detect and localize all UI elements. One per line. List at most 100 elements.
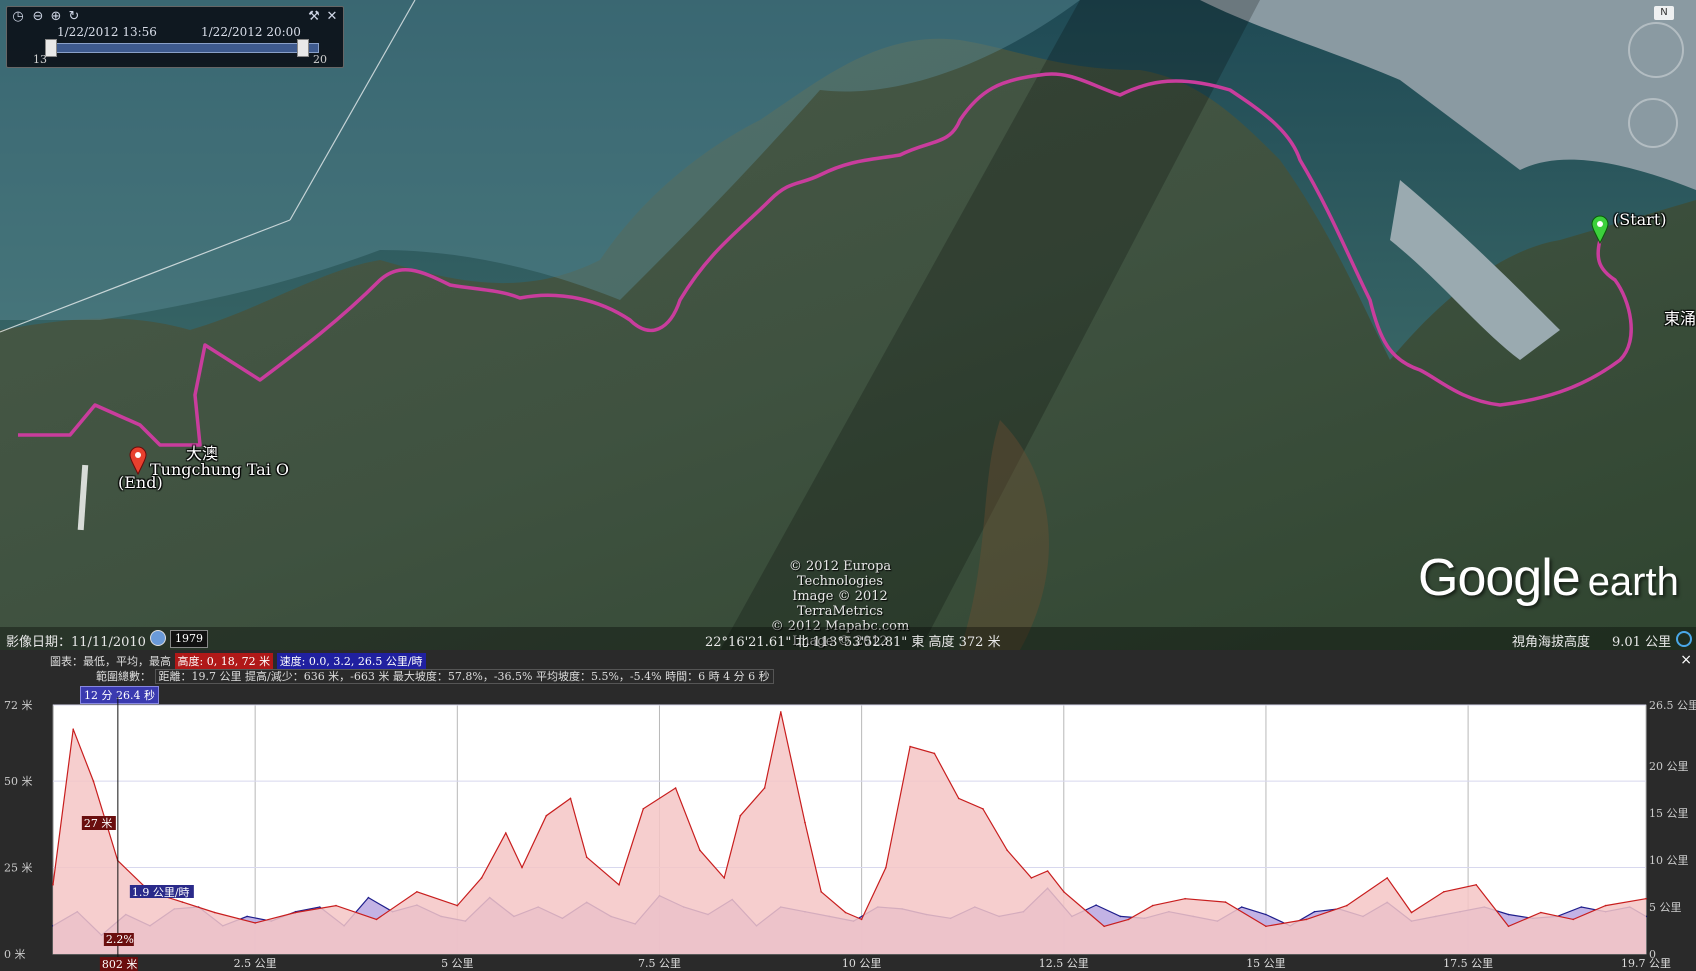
start-marker-icon[interactable] — [1590, 215, 1610, 245]
elevation-series-point — [1184, 897, 1186, 900]
elevation-series-point — [957, 797, 960, 800]
elevation-series-point — [92, 780, 95, 782]
y-left-tick-label: 50 米 — [4, 775, 33, 788]
speed-series-point — [1580, 906, 1583, 908]
y-left-tick-label: 72 米 — [4, 699, 33, 712]
y-right-tick-label: 26.5 公里 — [1649, 699, 1696, 712]
x-tick-label: 2.5 公里 — [234, 957, 277, 970]
time-slider-track[interactable] — [47, 43, 319, 53]
historical-imagery-icon[interactable] — [150, 630, 166, 646]
elevation-series-point — [1006, 849, 1008, 852]
elevation-series-point — [885, 866, 887, 869]
elevation-series-point — [335, 904, 337, 907]
elevation-series-point — [844, 911, 847, 914]
time-slider-max-label: 20 — [313, 53, 327, 66]
place-tai-o-english: Tungchung Tai O — [150, 460, 290, 479]
time-slider-panel: ◷ ⊖ ⊕ ↻ ⚒ ✕ 1/22/2012 13:56 1/22/2012 20… — [6, 6, 344, 68]
elevation-series-point — [739, 814, 742, 817]
speed-series-point — [1119, 915, 1122, 918]
imagery-date: 影像日期：11/11/2010 — [6, 635, 146, 650]
elevation-series-point — [1103, 925, 1105, 928]
elevation-series-point — [763, 787, 766, 789]
elevation-series-point — [1030, 877, 1033, 879]
satellite-map[interactable]: (Start) (End) 大澳 Tungchung Tai O 東涌 N © … — [0, 0, 1696, 650]
y-right-tick-label: 15 公里 — [1649, 807, 1689, 820]
elevation-series-point — [982, 808, 984, 810]
elevation-series-point — [1346, 904, 1348, 907]
elevation-series-point — [1410, 911, 1413, 914]
elevation-chart[interactable]: 2.5 公里 5 公里 7.5 公里 10 公里 12.5 公里 15 公里 17.5 公里… — [0, 650, 1696, 971]
elevation-series-point — [375, 918, 378, 921]
cursor-distance-tag: 802 米 — [102, 958, 138, 971]
cursor-slope-tag: 2.2% — [106, 933, 134, 946]
elevation-series-point — [416, 891, 418, 893]
elevation-series-point — [1127, 918, 1130, 921]
y-left-tick-label: 0 米 — [4, 948, 26, 961]
speed-series-point — [1265, 913, 1267, 916]
clock-icon[interactable]: ◷ — [11, 10, 25, 24]
elevation-series-point — [569, 797, 572, 800]
wrench-icon[interactable]: ⚒ — [307, 10, 321, 24]
elevation-series-point — [456, 904, 459, 907]
time-slider-min-label: 13 — [33, 53, 47, 66]
speed-series-point — [1507, 913, 1510, 916]
compass-north-icon[interactable]: N — [1654, 6, 1674, 20]
elevation-series-point — [804, 821, 806, 824]
credit-line: Image © 2012 TerraMetrics — [792, 589, 888, 619]
elevation-series-point — [1443, 891, 1445, 893]
x-tick-label: 10 公里 — [842, 957, 882, 970]
elevation-series-point — [723, 877, 725, 879]
end-marker-icon[interactable] — [128, 446, 148, 476]
x-tick-label: 5 公里 — [441, 957, 474, 970]
google-earth-logo: Google earth — [1418, 549, 1679, 607]
speed-series-point — [1095, 904, 1097, 906]
year-badge[interactable]: 1979 — [170, 630, 208, 648]
elevation-series-point — [521, 866, 523, 869]
look-navigation-ring[interactable] — [1628, 22, 1684, 78]
x-tick-label: 15 公里 — [1246, 957, 1286, 970]
y-right-tick-label: 20 公里 — [1649, 760, 1689, 773]
repeat-icon[interactable]: ↻ — [67, 10, 81, 24]
x-tick-label: 12.5 公里 — [1039, 957, 1089, 970]
elevation-series-point — [505, 832, 507, 834]
elevation-series-point — [780, 711, 782, 713]
y-right-tick-label: 0 — [1649, 948, 1656, 961]
close-icon[interactable]: ✕ — [325, 10, 339, 24]
elevation-series-point — [294, 911, 297, 914]
y-right-tick-label: 5 公里 — [1649, 901, 1682, 914]
elevation-series-point — [1063, 891, 1065, 893]
zoom-in-icon[interactable]: ⊕ — [49, 10, 63, 24]
credit-line: © 2012 Europa Technologies — [788, 559, 892, 589]
elevation-series-point — [699, 849, 701, 852]
elevation-series-point — [1507, 925, 1510, 928]
elevation-series-point — [1540, 911, 1542, 914]
cursor-speed-tag: 1.9 公里/時 — [132, 886, 190, 899]
cursor-elevation-tag: 27 米 — [84, 817, 113, 830]
elevation-series-point — [1265, 925, 1267, 928]
time-slider-end-handle[interactable] — [297, 39, 309, 57]
elevation-series-point — [52, 884, 54, 886]
eye-altitude-value: 9.01 公里 — [1612, 635, 1672, 650]
status-bar: 影像日期：11/11/2010 22°16'21.61" 北 113°53'52… — [0, 627, 1696, 650]
elevation-series-point — [909, 745, 911, 748]
eye-altitude-label: 視角海拔高度 — [1512, 635, 1591, 650]
y-right-tick-label: 10 公里 — [1649, 854, 1689, 867]
x-tick-label: 19.7 公里 — [1621, 957, 1671, 970]
zoom-out-icon[interactable]: ⊖ — [31, 10, 45, 24]
speed-series-point — [246, 915, 248, 918]
time-start-date: 1/22/2012 13:56 — [57, 25, 157, 39]
elevation-series-point — [642, 808, 645, 810]
move-navigation-ring[interactable] — [1628, 98, 1678, 148]
elevation-series-point — [1305, 918, 1308, 921]
x-tick-label: 17.5 公里 — [1443, 957, 1493, 970]
elevation-series-point — [1645, 897, 1647, 900]
x-tick-label: 7.5 公里 — [638, 957, 681, 970]
elevation-series-point — [545, 814, 548, 817]
elevation-series-point — [618, 884, 620, 886]
elevation-series-point — [1046, 870, 1049, 872]
speed-series-point — [319, 906, 321, 908]
speed-series-point — [367, 896, 370, 899]
elevation-series-point — [1151, 904, 1154, 907]
elevation-series-point — [480, 877, 483, 879]
elevation-series-point — [674, 787, 677, 789]
